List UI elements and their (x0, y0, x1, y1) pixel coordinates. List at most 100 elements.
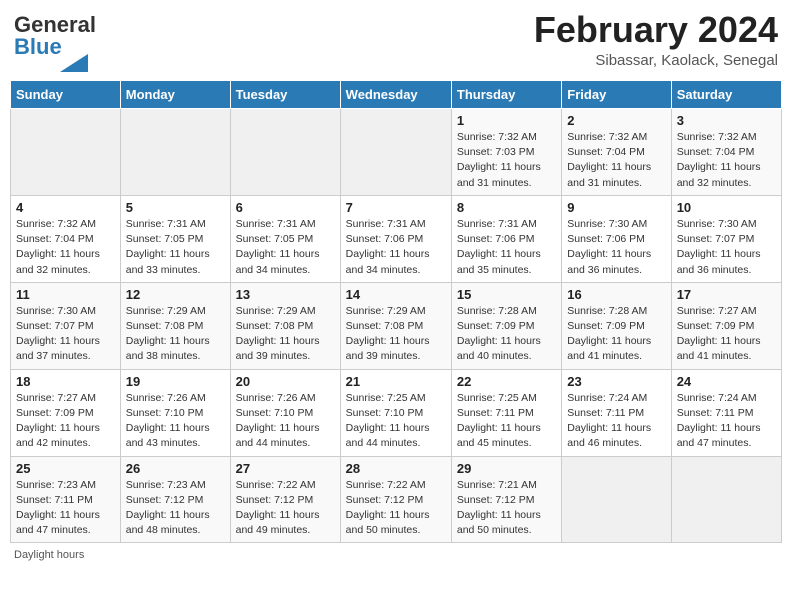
day-number: 4 (16, 200, 115, 215)
day-info: Sunrise: 7:24 AM Sunset: 7:11 PM Dayligh… (567, 391, 665, 452)
day-number: 29 (457, 461, 556, 476)
day-info: Sunrise: 7:31 AM Sunset: 7:05 PM Dayligh… (126, 217, 225, 278)
day-number: 19 (126, 374, 225, 389)
day-cell: 8 Sunrise: 7:31 AM Sunset: 7:06 PM Daylig… (451, 195, 561, 282)
day-cell: 27 Sunrise: 7:22 AM Sunset: 7:12 PM Dayli… (230, 456, 340, 543)
day-cell: 19 Sunrise: 7:26 AM Sunset: 7:10 PM Dayli… (120, 369, 230, 456)
day-number: 6 (236, 200, 335, 215)
title-block: February 2024 Sibassar, Kaolack, Senegal (534, 10, 778, 69)
day-number: 26 (126, 461, 225, 476)
logo-blue: Blue (14, 34, 62, 59)
day-info: Sunrise: 7:29 AM Sunset: 7:08 PM Dayligh… (126, 304, 225, 365)
day-cell: 5 Sunrise: 7:31 AM Sunset: 7:05 PM Daylig… (120, 195, 230, 282)
day-cell: 26 Sunrise: 7:23 AM Sunset: 7:12 PM Dayli… (120, 456, 230, 543)
day-cell: 18 Sunrise: 7:27 AM Sunset: 7:09 PM Dayli… (11, 369, 121, 456)
day-info: Sunrise: 7:26 AM Sunset: 7:10 PM Dayligh… (126, 391, 225, 452)
day-number: 5 (126, 200, 225, 215)
day-info: Sunrise: 7:32 AM Sunset: 7:04 PM Dayligh… (567, 130, 665, 191)
day-number: 25 (16, 461, 115, 476)
day-number: 7 (346, 200, 446, 215)
day-number: 28 (346, 461, 446, 476)
day-number: 17 (677, 287, 776, 302)
day-cell: 6 Sunrise: 7:31 AM Sunset: 7:05 PM Daylig… (230, 195, 340, 282)
column-header-thursday: Thursday (451, 81, 561, 109)
day-cell: 25 Sunrise: 7:23 AM Sunset: 7:11 PM Dayli… (11, 456, 121, 543)
day-number: 10 (677, 200, 776, 215)
day-cell (340, 109, 451, 196)
day-info: Sunrise: 7:30 AM Sunset: 7:06 PM Dayligh… (567, 217, 665, 278)
day-number: 3 (677, 113, 776, 128)
day-number: 20 (236, 374, 335, 389)
day-info: Sunrise: 7:29 AM Sunset: 7:08 PM Dayligh… (346, 304, 446, 365)
footer-note: Daylight hours (10, 549, 782, 561)
day-info: Sunrise: 7:22 AM Sunset: 7:12 PM Dayligh… (346, 478, 446, 539)
day-cell: 3Sunrise: 7:32 AM Sunset: 7:04 PM Daylig… (671, 109, 781, 196)
header-row: SundayMondayTuesdayWednesdayThursdayFrid… (11, 81, 782, 109)
day-number: 14 (346, 287, 446, 302)
day-number: 8 (457, 200, 556, 215)
day-cell (562, 456, 671, 543)
day-info: Sunrise: 7:30 AM Sunset: 7:07 PM Dayligh… (16, 304, 115, 365)
day-cell: 13Sunrise: 7:29 AM Sunset: 7:08 PM Dayli… (230, 282, 340, 369)
day-cell: 20 Sunrise: 7:26 AM Sunset: 7:10 PM Dayli… (230, 369, 340, 456)
day-info: Sunrise: 7:32 AM Sunset: 7:03 PM Dayligh… (457, 130, 556, 191)
day-cell: 4Sunrise: 7:32 AM Sunset: 7:04 PM Daylig… (11, 195, 121, 282)
day-number: 23 (567, 374, 665, 389)
location: Sibassar, Kaolack, Senegal (534, 52, 778, 69)
day-info: Sunrise: 7:22 AM Sunset: 7:12 PM Dayligh… (236, 478, 335, 539)
day-cell: 14 Sunrise: 7:29 AM Sunset: 7:08 PM Dayli… (340, 282, 451, 369)
day-number: 15 (457, 287, 556, 302)
day-info: Sunrise: 7:29 AM Sunset: 7:08 PM Dayligh… (236, 304, 335, 365)
day-cell: 16 Sunrise: 7:28 AM Sunset: 7:09 PM Dayli… (562, 282, 671, 369)
week-row-4: 18 Sunrise: 7:27 AM Sunset: 7:09 PM Dayli… (11, 369, 782, 456)
logo-text: General Blue (14, 14, 96, 58)
column-header-saturday: Saturday (671, 81, 781, 109)
day-cell: 10 Sunrise: 7:30 AM Sunset: 7:07 PM Dayli… (671, 195, 781, 282)
week-row-2: 4Sunrise: 7:32 AM Sunset: 7:04 PM Daylig… (11, 195, 782, 282)
page-header: General Blue February 2024 Sibassar, Kao… (10, 10, 782, 72)
day-info: Sunrise: 7:26 AM Sunset: 7:10 PM Dayligh… (236, 391, 335, 452)
day-info: Sunrise: 7:31 AM Sunset: 7:06 PM Dayligh… (457, 217, 556, 278)
column-header-sunday: Sunday (11, 81, 121, 109)
day-cell: 1 Sunrise: 7:32 AM Sunset: 7:03 PM Daylig… (451, 109, 561, 196)
day-cell (230, 109, 340, 196)
day-cell: 11 Sunrise: 7:30 AM Sunset: 7:07 PM Dayli… (11, 282, 121, 369)
day-cell (11, 109, 121, 196)
calendar-table: SundayMondayTuesdayWednesdayThursdayFrid… (10, 80, 782, 543)
day-cell: 24 Sunrise: 7:24 AM Sunset: 7:11 PM Dayli… (671, 369, 781, 456)
day-info: Sunrise: 7:24 AM Sunset: 7:11 PM Dayligh… (677, 391, 776, 452)
day-info: Sunrise: 7:28 AM Sunset: 7:09 PM Dayligh… (457, 304, 556, 365)
day-number: 12 (126, 287, 225, 302)
day-number: 18 (16, 374, 115, 389)
day-cell (671, 456, 781, 543)
day-info: Sunrise: 7:27 AM Sunset: 7:09 PM Dayligh… (16, 391, 115, 452)
day-cell: 9 Sunrise: 7:30 AM Sunset: 7:06 PM Daylig… (562, 195, 671, 282)
logo: General Blue (14, 14, 96, 72)
day-cell (120, 109, 230, 196)
week-row-1: 1 Sunrise: 7:32 AM Sunset: 7:03 PM Daylig… (11, 109, 782, 196)
day-number: 16 (567, 287, 665, 302)
day-info: Sunrise: 7:30 AM Sunset: 7:07 PM Dayligh… (677, 217, 776, 278)
logo-icon (60, 54, 88, 72)
day-info: Sunrise: 7:28 AM Sunset: 7:09 PM Dayligh… (567, 304, 665, 365)
day-cell: 12 Sunrise: 7:29 AM Sunset: 7:08 PM Dayli… (120, 282, 230, 369)
day-cell: 17Sunrise: 7:27 AM Sunset: 7:09 PM Dayli… (671, 282, 781, 369)
day-info: Sunrise: 7:23 AM Sunset: 7:11 PM Dayligh… (16, 478, 115, 539)
day-number: 22 (457, 374, 556, 389)
day-info: Sunrise: 7:23 AM Sunset: 7:12 PM Dayligh… (126, 478, 225, 539)
day-number: 9 (567, 200, 665, 215)
day-number: 27 (236, 461, 335, 476)
day-info: Sunrise: 7:31 AM Sunset: 7:06 PM Dayligh… (346, 217, 446, 278)
day-number: 1 (457, 113, 556, 128)
day-cell: 29Sunrise: 7:21 AM Sunset: 7:12 PM Dayli… (451, 456, 561, 543)
day-number: 11 (16, 287, 115, 302)
column-header-wednesday: Wednesday (340, 81, 451, 109)
column-header-tuesday: Tuesday (230, 81, 340, 109)
day-number: 24 (677, 374, 776, 389)
day-cell: 28 Sunrise: 7:22 AM Sunset: 7:12 PM Dayli… (340, 456, 451, 543)
day-cell: 21Sunrise: 7:25 AM Sunset: 7:10 PM Dayli… (340, 369, 451, 456)
week-row-3: 11 Sunrise: 7:30 AM Sunset: 7:07 PM Dayli… (11, 282, 782, 369)
day-cell: 23 Sunrise: 7:24 AM Sunset: 7:11 PM Dayli… (562, 369, 671, 456)
day-cell: 2Sunrise: 7:32 AM Sunset: 7:04 PM Daylig… (562, 109, 671, 196)
day-info: Sunrise: 7:31 AM Sunset: 7:05 PM Dayligh… (236, 217, 335, 278)
